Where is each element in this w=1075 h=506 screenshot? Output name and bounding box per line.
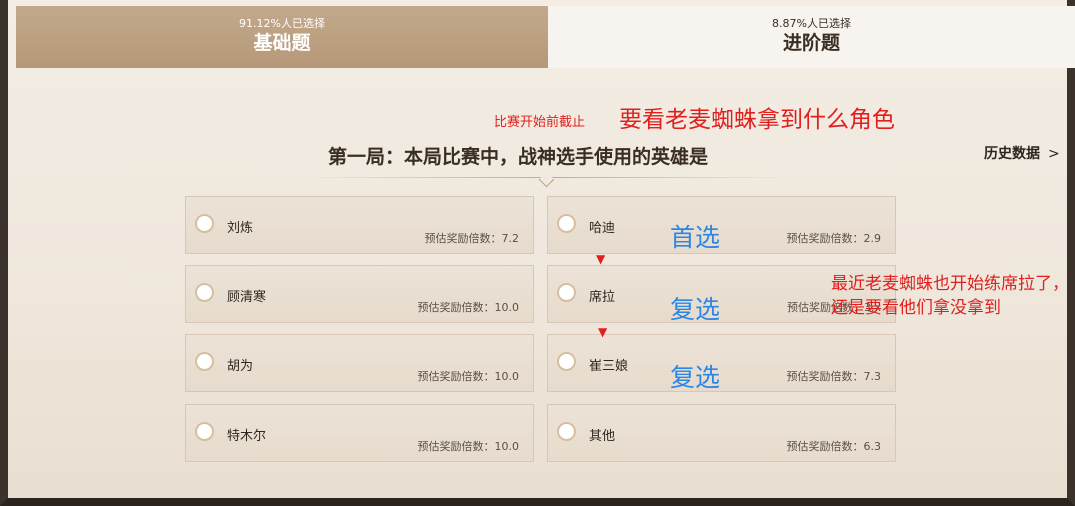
- option-multiplier: 预估奖励倍数：2.9: [786, 232, 882, 245]
- option-multiplier: 预估奖励倍数：7.2: [424, 232, 520, 245]
- annotation-second-pick: 复选: [670, 295, 721, 324]
- down-arrow-icon: ▼: [596, 252, 606, 266]
- option-card[interactable]: 刘炼 预估奖励倍数：7.2: [185, 196, 534, 254]
- divider-diamond-icon: [538, 171, 555, 188]
- option-name: 其他: [589, 429, 616, 444]
- annotation-headline: 要看老麦蜘蛛拿到什么角色: [619, 107, 895, 133]
- option-multiplier: 预估奖励倍数：10.0: [417, 370, 520, 383]
- option-card[interactable]: 哈迪 预估奖励倍数：2.9: [547, 196, 896, 254]
- option-multiplier: 预估奖励倍数：7.3: [786, 370, 882, 383]
- option-card[interactable]: 胡为 预估奖励倍数：10.0: [185, 334, 534, 392]
- option-card[interactable]: 崔三娘 预估奖励倍数：7.3: [547, 334, 896, 392]
- down-arrow-icon: ▼: [598, 325, 608, 339]
- option-multiplier: 预估奖励倍数：10.0: [417, 440, 520, 453]
- option-name: 胡为: [227, 359, 254, 374]
- tab-basic-percent: 91.12%人已选择: [239, 17, 325, 30]
- radio-button[interactable]: [557, 422, 576, 441]
- tab-advanced-label: 进阶题: [782, 32, 840, 54]
- chevron-right-icon: >: [1048, 146, 1060, 162]
- option-name: 席拉: [589, 290, 616, 305]
- radio-button[interactable]: [195, 283, 214, 302]
- option-card[interactable]: 其他 预估奖励倍数：6.3: [547, 404, 896, 462]
- history-data-link[interactable]: 历史数据 >: [984, 143, 1060, 163]
- tab-advanced[interactable]: 8.87%人已选择 进阶题: [548, 6, 1075, 68]
- radio-button[interactable]: [557, 283, 576, 302]
- tab-basic-label: 基础题: [253, 32, 311, 54]
- tab-advanced-percent: 8.87%人已选择: [772, 17, 851, 30]
- option-card[interactable]: 特木尔 预估奖励倍数：10.0: [185, 404, 534, 462]
- option-name: 哈迪: [589, 221, 616, 236]
- annotation-deadline: 比赛开始前截止: [494, 115, 586, 130]
- option-name: 刘炼: [227, 221, 254, 236]
- radio-button[interactable]: [195, 422, 214, 441]
- quiz-panel: 91.12%人已选择 基础题 8.87%人已选择 进阶题 比赛开始前截止 要看老…: [0, 0, 1075, 506]
- option-multiplier: 预估奖励倍数：6.3: [786, 440, 882, 453]
- tab-basic[interactable]: 91.12%人已选择 基础题: [16, 6, 548, 68]
- option-name: 特木尔: [227, 429, 267, 444]
- radio-button[interactable]: [195, 352, 214, 371]
- annotation-second-pick: 复选: [670, 363, 721, 392]
- radio-button[interactable]: [195, 214, 214, 233]
- option-card[interactable]: 顾清寒 预估奖励倍数：10.0: [185, 265, 534, 323]
- annotation-side-note: 最近老麦蜘蛛也开始练席拉了，还是要看他们拿没拿到: [831, 274, 1069, 318]
- annotation-first-pick: 首选: [670, 223, 721, 252]
- radio-button[interactable]: [557, 214, 576, 233]
- question-title: 第一局：本局比赛中，战神选手使用的英雄是: [328, 146, 709, 168]
- option-name: 顾清寒: [227, 290, 267, 305]
- option-name: 崔三娘: [589, 359, 629, 374]
- option-multiplier: 预估奖励倍数：10.0: [417, 301, 520, 314]
- radio-button[interactable]: [557, 352, 576, 371]
- history-data-label: 历史数据: [984, 146, 1040, 162]
